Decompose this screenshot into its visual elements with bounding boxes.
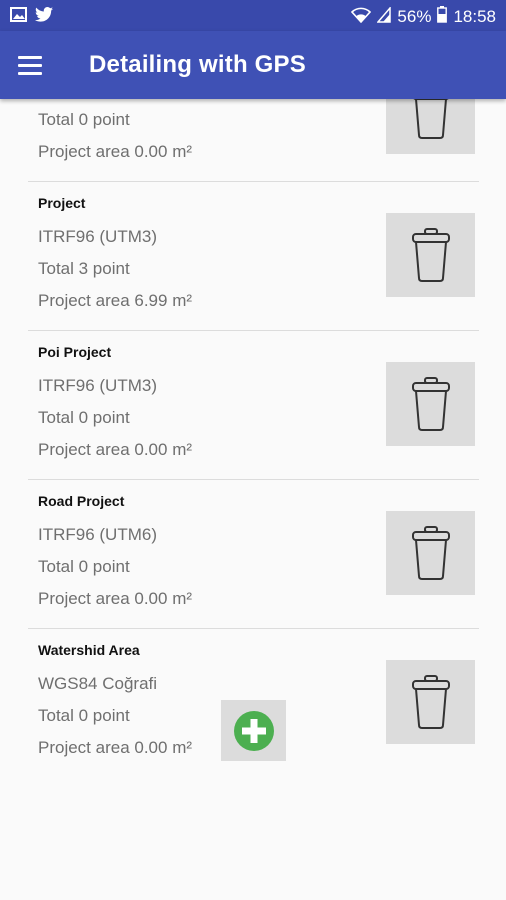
delete-button[interactable] bbox=[386, 99, 475, 154]
delete-button[interactable] bbox=[386, 511, 475, 595]
project-area: Project area 0.00 m² bbox=[38, 589, 193, 608]
wifi-icon bbox=[351, 7, 372, 28]
project-area: Project area 0.00 m² bbox=[38, 142, 193, 161]
project-card[interactable]: Road Project ITRF96 (UTM6) Total 0 point… bbox=[28, 480, 479, 629]
trash-icon bbox=[411, 377, 450, 431]
project-card[interactable]: Watershid Area WGS84 Coğrafi Total 0 poi… bbox=[28, 629, 479, 778]
menu-icon[interactable] bbox=[18, 49, 52, 81]
delete-button[interactable] bbox=[386, 362, 475, 446]
project-total: Total 0 point bbox=[38, 557, 130, 576]
project-coordinate-system: ITRF96 (UTM3) bbox=[38, 376, 157, 395]
trash-icon bbox=[412, 99, 449, 139]
project-name: Watershid Area bbox=[38, 642, 140, 658]
project-coordinate-system: ITRF96 (UTM3) bbox=[38, 227, 157, 246]
project-total: Total 0 point bbox=[38, 408, 130, 427]
page-title: Detailing with GPS bbox=[89, 51, 306, 78]
battery-percent: 56% bbox=[397, 7, 432, 26]
project-name: Project bbox=[38, 195, 86, 211]
clock: 18:58 bbox=[453, 7, 496, 26]
project-total: Total 3 point bbox=[38, 259, 130, 278]
image-icon bbox=[10, 7, 27, 27]
project-card[interactable]: Total 0 point Project area 0.00 m² bbox=[28, 99, 479, 182]
status-bar: 56% 18:58 bbox=[0, 0, 506, 31]
project-area: Project area 6.99 m² bbox=[38, 291, 193, 310]
project-area: Project area 0.00 m² bbox=[38, 440, 193, 459]
delete-button[interactable] bbox=[386, 213, 475, 297]
project-card[interactable]: Project ITRF96 (UTM3) Total 3 point Proj… bbox=[28, 182, 479, 331]
project-card[interactable]: Poi Project ITRF96 (UTM3) Total 0 point … bbox=[28, 331, 479, 480]
trash-icon bbox=[411, 675, 450, 729]
project-total: Total 0 point bbox=[38, 110, 130, 129]
trash-icon bbox=[411, 228, 450, 282]
twitter-icon bbox=[35, 7, 53, 27]
delete-button[interactable] bbox=[386, 660, 475, 744]
project-name: Road Project bbox=[38, 493, 125, 509]
add-project-button[interactable] bbox=[221, 700, 286, 761]
project-total: Total 0 point bbox=[38, 706, 130, 725]
project-coordinate-system: ITRF96 (UTM6) bbox=[38, 525, 157, 544]
project-coordinate-system: WGS84 Coğrafi bbox=[38, 674, 158, 693]
app-bar: Detailing with GPS bbox=[0, 31, 506, 99]
project-list[interactable]: Total 0 point Project area 0.00 m² Proje… bbox=[0, 99, 506, 900]
signal-icon bbox=[376, 5, 392, 28]
project-name: Poi Project bbox=[38, 344, 112, 360]
plus-circle-icon bbox=[233, 710, 274, 751]
project-area: Project area 0.00 m² bbox=[38, 738, 193, 757]
battery-icon bbox=[437, 6, 448, 28]
trash-icon bbox=[411, 526, 450, 580]
